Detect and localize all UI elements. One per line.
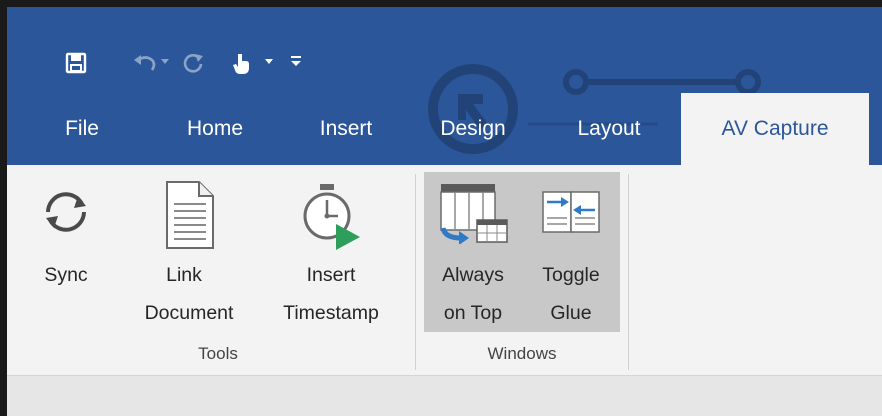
insert-timestamp-button[interactable]: Insert Timestamp: [260, 172, 402, 324]
window-border-top: [0, 0, 882, 7]
touch-dropdown-icon[interactable]: [264, 58, 274, 66]
customize-toolbar-icon[interactable]: [290, 54, 302, 68]
tab-file[interactable]: File: [40, 93, 124, 165]
insert-timestamp-label-line2: Timestamp: [283, 302, 379, 324]
tab-av-capture[interactable]: AV Capture: [681, 93, 869, 165]
redo-icon[interactable]: [181, 52, 205, 74]
tab-layout[interactable]: Layout: [554, 93, 664, 165]
document-area: [7, 376, 882, 416]
link-document-button[interactable]: Link Document: [118, 172, 260, 324]
insert-timestamp-label-line1: Insert: [306, 264, 356, 286]
toggle-glue-button[interactable]: Toggle Glue: [522, 172, 620, 332]
sync-icon: [46, 192, 86, 232]
sync-label: Sync: [44, 264, 88, 286]
link-document-label-line1: Link: [166, 264, 202, 286]
always-on-top-label-line1: Always: [442, 264, 504, 286]
timestamp-icon: [303, 184, 360, 250]
tab-home[interactable]: Home: [160, 93, 270, 165]
always-on-top-label-line2: on Top: [443, 302, 503, 324]
group-label-windows: Windows: [487, 344, 557, 363]
undo-icon[interactable]: [132, 52, 158, 74]
save-icon[interactable]: [65, 52, 87, 74]
toggle-glue-label-line1: Toggle: [542, 264, 600, 286]
document-icon: [166, 181, 214, 249]
window-border-left: [0, 0, 7, 416]
tab-design[interactable]: Design: [418, 93, 528, 165]
always-on-top-icon: [440, 184, 508, 244]
group-separator: [628, 174, 629, 370]
sync-button[interactable]: Sync: [28, 172, 104, 322]
toggle-glue-icon: [542, 191, 600, 233]
link-document-label-line2: Document: [144, 302, 234, 324]
undo-dropdown-icon[interactable]: [160, 58, 170, 66]
tab-insert[interactable]: Insert: [296, 93, 396, 165]
group-separator: [415, 174, 416, 370]
always-on-top-button[interactable]: Always on Top: [424, 172, 522, 332]
touch-mode-icon[interactable]: [230, 52, 254, 76]
toggle-glue-label-line2: Glue: [550, 302, 592, 324]
group-label-tools: Tools: [198, 344, 238, 363]
